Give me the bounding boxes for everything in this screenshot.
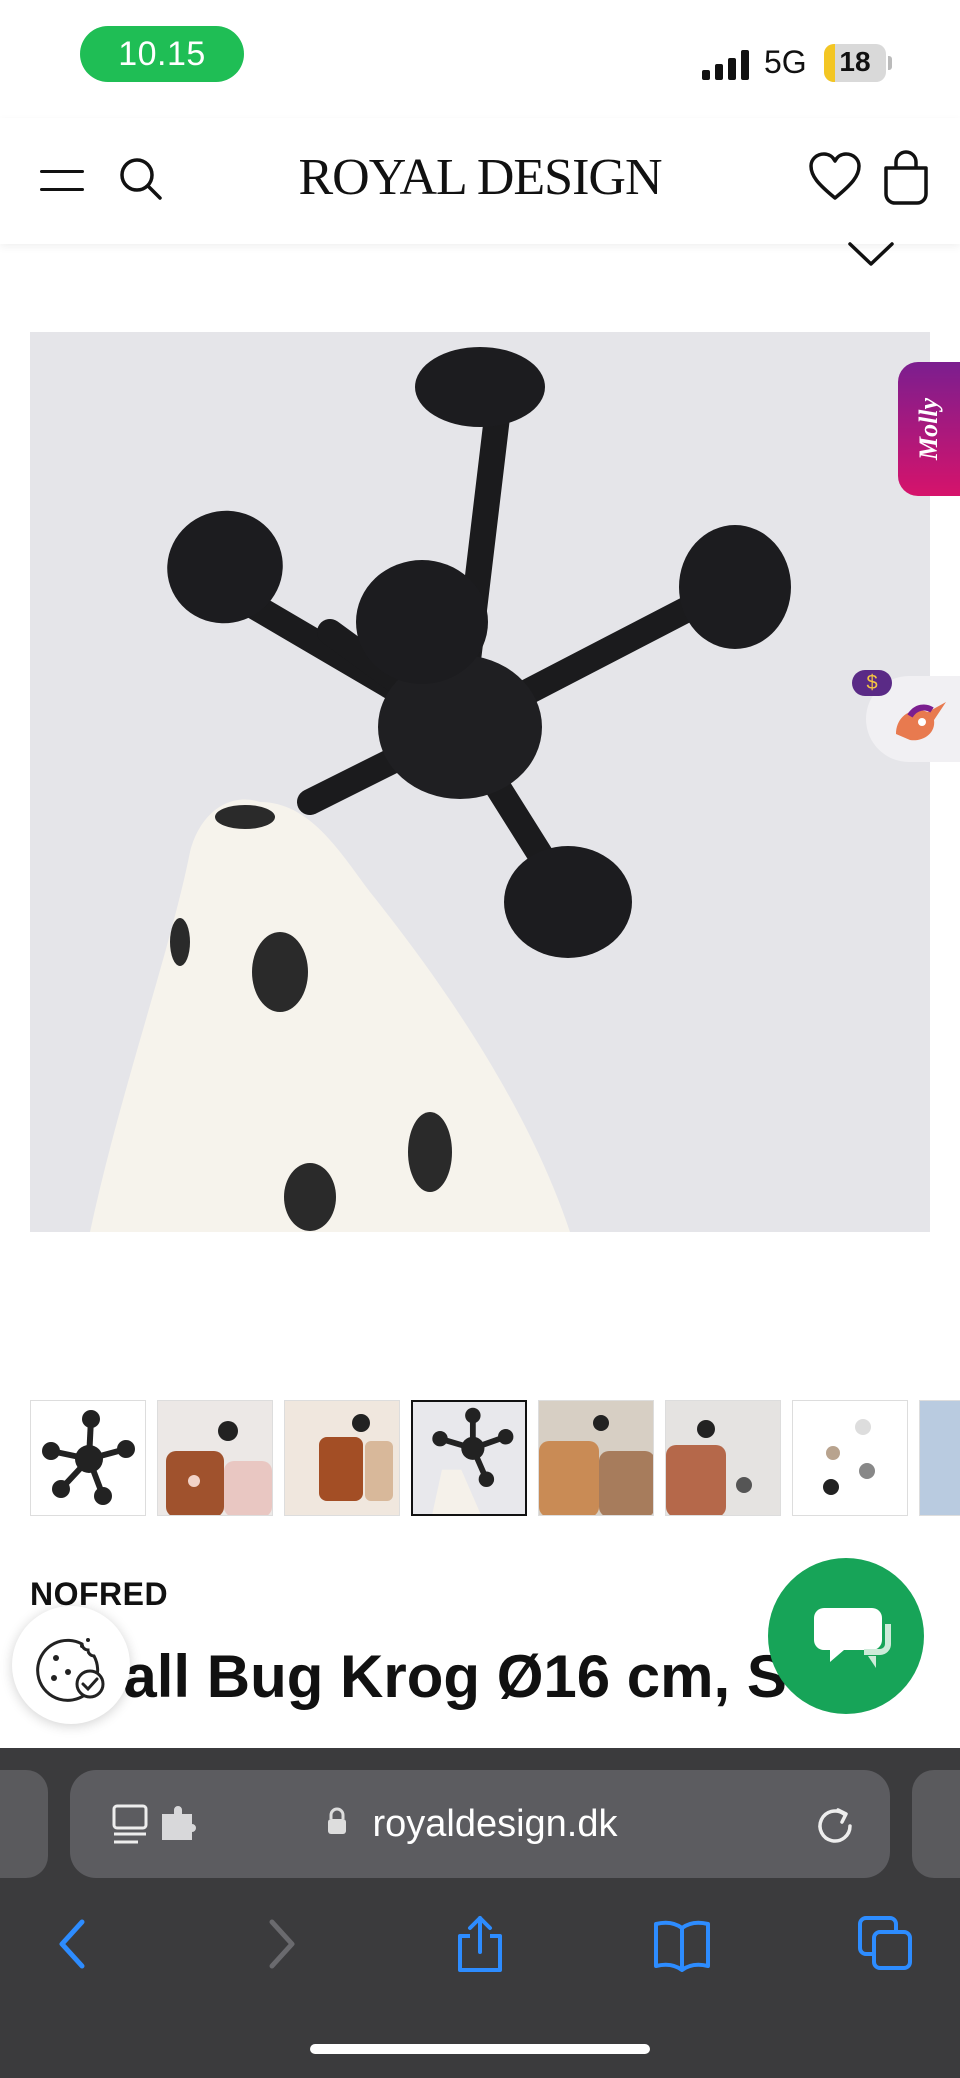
battery-level: 18 [839,46,871,77]
thumbnail-5[interactable] [538,1400,654,1516]
forward-icon[interactable] [250,1914,310,1974]
battery-tip [888,56,892,70]
coin-icon[interactable]: $ [852,670,892,696]
molly-assistant-tab[interactable]: Molly [898,362,960,496]
thumbnail-3[interactable] [284,1400,400,1516]
product-title: Small Bug Krog Ø16 cm, Sort [30,1643,867,1710]
thumbnail-8[interactable] [919,1400,960,1516]
chat-button[interactable] [768,1558,924,1714]
bookmarks-icon[interactable] [652,1914,712,1974]
network-type: 5G [764,44,807,80]
thumbnail-6[interactable] [665,1400,781,1516]
back-icon[interactable] [44,1914,104,1974]
reload-icon[interactable] [812,1802,858,1848]
thumbnail-1[interactable] [30,1400,146,1516]
thumbnail-4-active[interactable] [411,1400,527,1516]
home-indicator[interactable] [310,2044,650,2054]
chevron-down-icon[interactable] [846,240,896,270]
status-time: 10.15 [80,26,244,82]
cookie-icon [36,1638,105,1702]
cellular-signal-icon [702,48,750,80]
share-icon[interactable] [450,1914,510,1974]
heart-icon[interactable] [808,152,862,202]
thumbnail-7[interactable] [792,1400,908,1516]
thumbnail-2[interactable] [157,1400,273,1516]
product-main-image[interactable] [30,332,930,1232]
tabs-icon[interactable] [856,1914,916,1974]
bag-icon[interactable] [880,150,932,206]
cookie-settings-button[interactable] [12,1606,130,1724]
battery-icon: 18 [824,44,886,82]
molly-label: Molly [914,397,944,461]
thumbnail-strip[interactable] [30,1400,960,1518]
chat-icon [814,1608,891,1668]
